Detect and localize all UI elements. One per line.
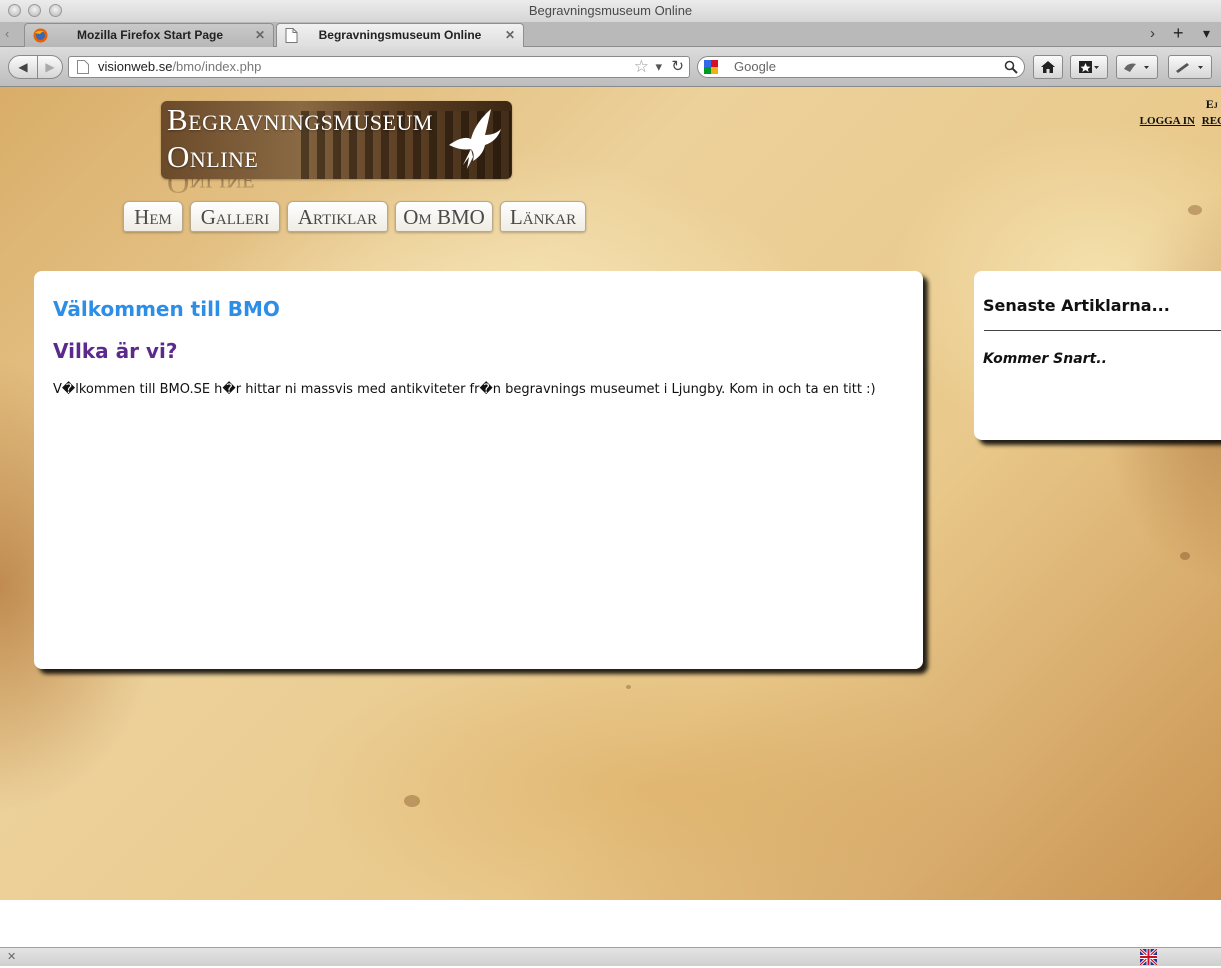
zoom-window-button[interactable]: [49, 4, 62, 17]
url-path: /bmo/index.php: [172, 59, 262, 74]
forward-button[interactable]: ▶: [37, 55, 63, 79]
page-icon: [285, 28, 300, 43]
tab-list-button[interactable]: ▾: [1203, 25, 1210, 42]
account-links: LOGGA IN REGIS: [1136, 115, 1221, 127]
reload-icon[interactable]: ↻: [671, 57, 684, 77]
search-placeholder: Google: [734, 59, 776, 74]
latest-articles-heading: Senaste Artiklarna...: [983, 296, 1170, 315]
close-window-button[interactable]: [8, 4, 21, 17]
flag-icon: [1138, 947, 1159, 968]
tab-close-button[interactable]: ✕: [505, 24, 515, 47]
nav-item-hem[interactable]: Hem: [123, 201, 183, 232]
tab-label: Mozilla Firefox Start Page: [76, 28, 224, 42]
url-host: visionweb.se: [98, 59, 173, 74]
back-arrow-icon: ◀: [18, 60, 28, 74]
page-viewport: Begravningsmuseum Online Online Hem Gall…: [0, 87, 1221, 900]
background-stain: [1188, 205, 1202, 215]
nav-item-galleri[interactable]: Galleri: [190, 201, 280, 232]
url-history-dropdown-icon[interactable]: ▾: [655, 57, 662, 77]
search-icon[interactable]: [1004, 60, 1018, 80]
navigation-toolbar: ◀ ▶ visionweb.se/bmo/index.php ☆ ▾ ↻ Goo…: [0, 47, 1221, 87]
back-button[interactable]: ◀: [8, 55, 38, 79]
window-titlebar: Begravningsmuseum Online: [0, 0, 1221, 22]
pen-tool-icon: [1176, 63, 1203, 73]
main-content-card: Välkommen till BMO Vilka är vi? V�lkomme…: [34, 271, 923, 669]
nav-item-om-bmo[interactable]: Om BMO: [395, 201, 493, 232]
extension-icon: [1124, 63, 1149, 72]
status-bar: ✕: [0, 947, 1221, 968]
tools-button[interactable]: [1168, 55, 1212, 79]
logo-line-1: Begravningsmuseum: [167, 102, 433, 137]
minimize-window-button[interactable]: [28, 4, 41, 17]
tab-scroll-left-icon[interactable]: ‹: [5, 26, 9, 41]
tab-bar: ‹ Mozilla Firefox Start Page ✕ Begravnin…: [0, 22, 1221, 47]
search-input[interactable]: Google: [697, 56, 1025, 78]
bookmarks-button[interactable]: [1070, 55, 1108, 79]
firefox-icon: [33, 28, 48, 43]
tab-scroll-right-icon[interactable]: ›: [1150, 25, 1155, 42]
new-tab-button[interactable]: +: [1173, 23, 1184, 44]
latest-articles-card: Senaste Artiklarna... Kommer Snart..: [974, 271, 1221, 440]
google-engine-icon[interactable]: [704, 60, 720, 80]
site-logo[interactable]: Begravningsmuseum Online: [161, 101, 512, 179]
page-icon: [77, 60, 89, 80]
bookmarks-icon: [1079, 61, 1099, 73]
background-stain: [626, 685, 631, 689]
dove-icon: [449, 109, 501, 169]
home-button[interactable]: [1033, 55, 1063, 79]
intro-paragraph: V�lkommen till BMO.SE h�r hittar ni mass…: [53, 382, 876, 397]
tab-begravningsmuseum[interactable]: Begravningsmuseum Online ✕: [276, 23, 524, 47]
background-stain: [1180, 552, 1190, 560]
tab-firefox-start-page[interactable]: Mozilla Firefox Start Page ✕: [24, 23, 274, 47]
window-title: Begravningsmuseum Online: [528, 3, 693, 18]
background-stain: [404, 795, 420, 807]
bookmark-star-icon[interactable]: ☆: [634, 57, 649, 77]
tab-close-button[interactable]: ✕: [255, 24, 265, 47]
divider: [984, 330, 1221, 331]
url-bar[interactable]: visionweb.se/bmo/index.php ☆ ▾ ↻: [68, 56, 690, 78]
extension-button[interactable]: [1116, 55, 1158, 79]
nav-item-lankar[interactable]: Länkar: [500, 201, 586, 232]
who-are-we-heading: Vilka är vi?: [53, 339, 178, 363]
logo-line-2: Online: [167, 139, 259, 174]
register-link[interactable]: REGIS: [1202, 115, 1221, 127]
home-icon: [1041, 61, 1055, 73]
close-status-icon[interactable]: ✕: [7, 950, 16, 963]
login-link[interactable]: LOGGA IN: [1140, 115, 1195, 127]
logo-reflection-text: Online: [167, 179, 256, 201]
tab-label: Begravningsmuseum Online: [318, 28, 482, 42]
coming-soon-text: Kommer Snart..: [983, 351, 1107, 367]
welcome-heading: Välkommen till BMO: [53, 297, 280, 321]
forward-arrow-icon: ▶: [45, 60, 55, 74]
nav-item-artiklar[interactable]: Artiklar: [287, 201, 388, 232]
login-status-text: Ej inl: [1205, 97, 1221, 111]
